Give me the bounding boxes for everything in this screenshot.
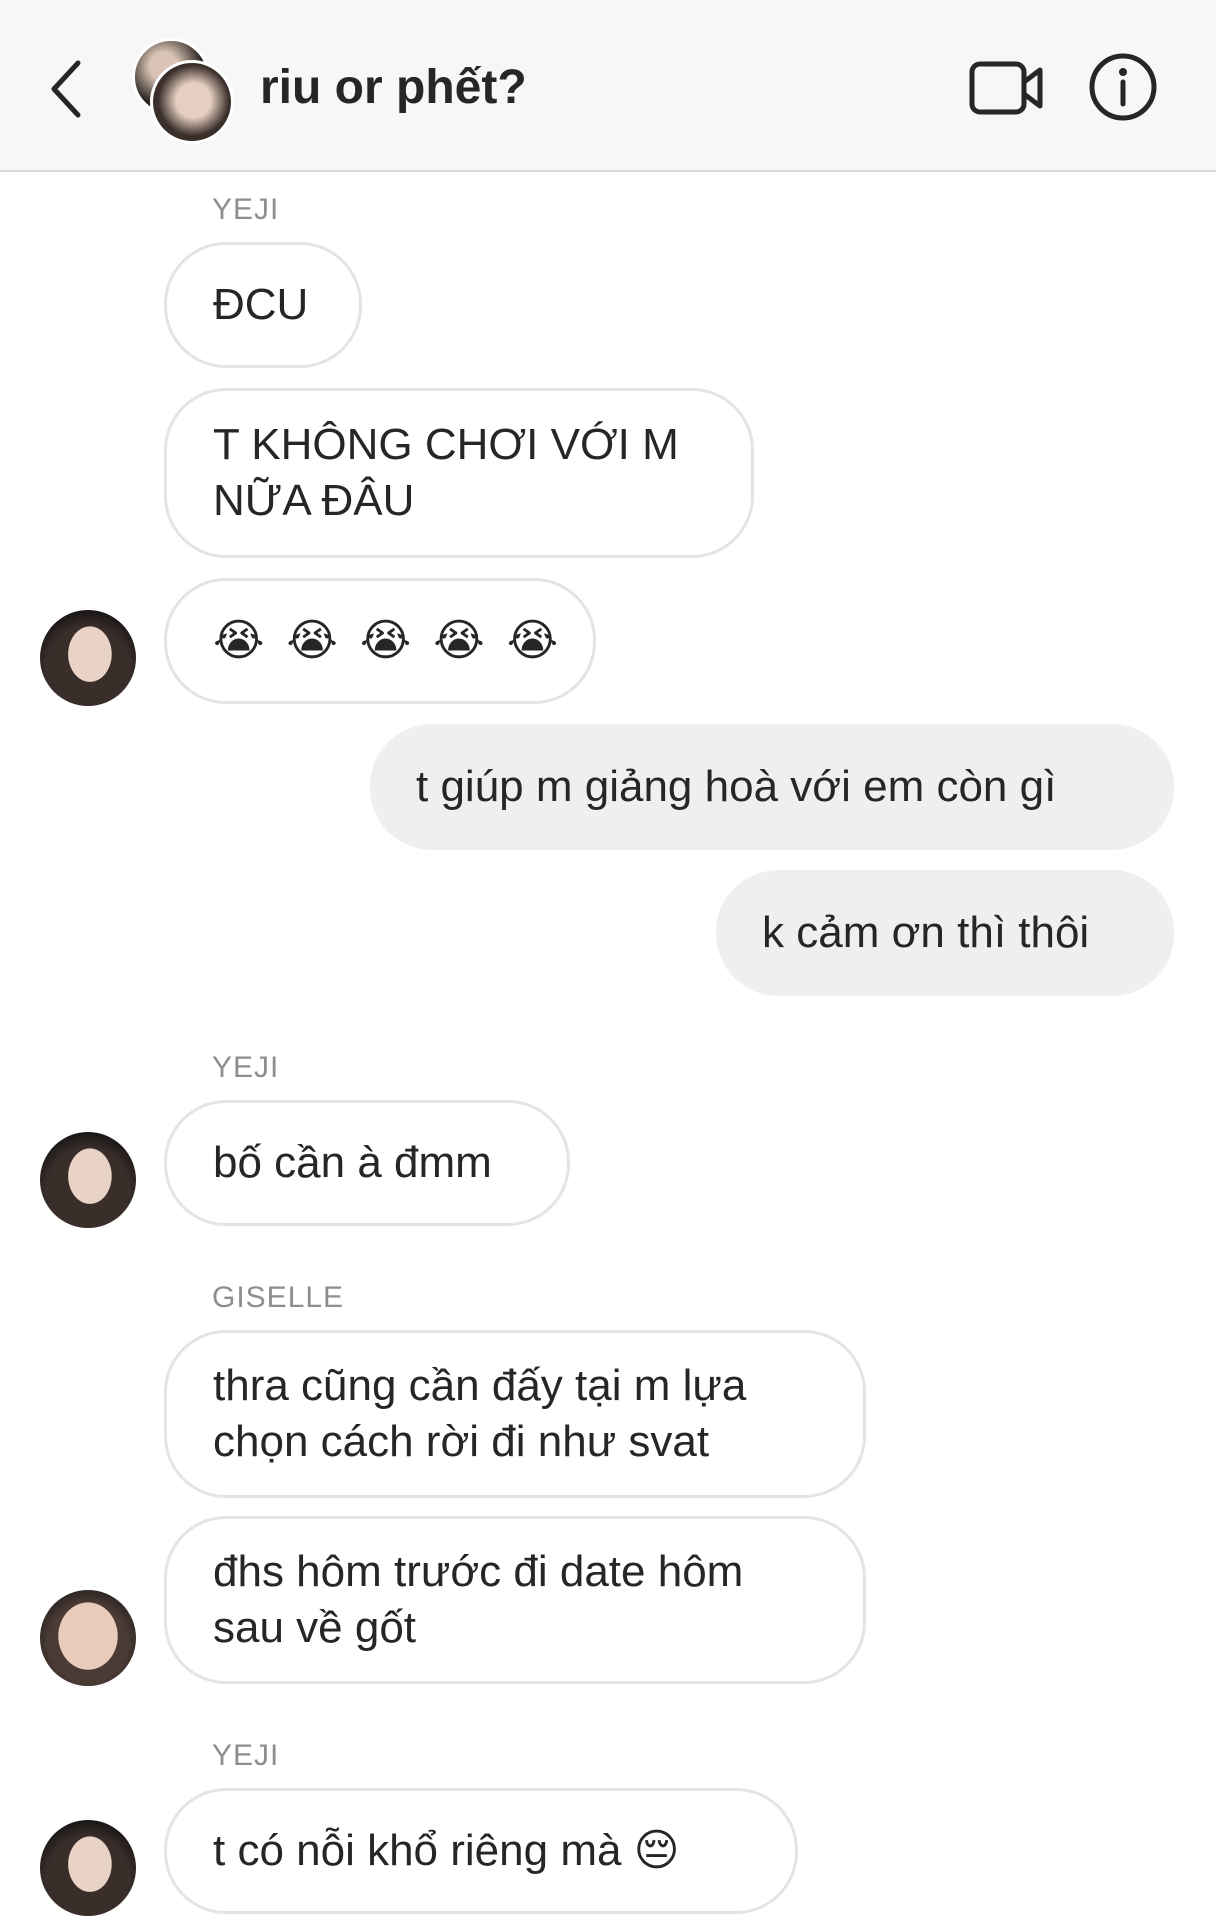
avatar[interactable] bbox=[40, 610, 136, 706]
avatar[interactable] bbox=[40, 1132, 136, 1228]
video-camera-icon bbox=[969, 61, 1043, 115]
info-icon bbox=[1089, 53, 1157, 121]
message-text: T KHÔNG CHƠI VỚI M NỮA ĐÂU bbox=[213, 420, 679, 525]
message-text: đhs hôm trước đi date hôm sau về gốt bbox=[213, 1547, 744, 1652]
avatar[interactable] bbox=[40, 1820, 136, 1916]
emoji-row: 😭 😭 😭 😭 😭 bbox=[213, 613, 558, 669]
message-text: k cảm ơn thì thôi bbox=[762, 908, 1090, 957]
chat-header: riu or phết? bbox=[0, 0, 1216, 172]
message-bubble-outgoing[interactable]: t giúp m giảng hoà với em còn gì bbox=[370, 724, 1174, 850]
message-bubble[interactable]: t có nỗi khổ riêng mà 😔 bbox=[164, 1788, 798, 1914]
back-button[interactable] bbox=[44, 55, 92, 123]
sender-label: YEJI bbox=[212, 193, 280, 226]
message-text: t có nỗi khổ riêng mà 😔 bbox=[213, 1826, 680, 1875]
chat-title[interactable]: riu or phết? bbox=[260, 58, 527, 118]
message-bubble[interactable]: bố cần à đmm bbox=[164, 1100, 570, 1226]
message-text: t giúp m giảng hoà với em còn gì bbox=[416, 762, 1057, 811]
sender-label: YEJI bbox=[212, 1739, 280, 1772]
message-bubble-outgoing[interactable]: k cảm ơn thì thôi bbox=[716, 870, 1174, 996]
message-bubble[interactable]: T KHÔNG CHƠI VỚI M NỮA ĐÂU bbox=[164, 388, 754, 558]
message-bubble[interactable]: ĐCU bbox=[164, 242, 362, 368]
message-text: thra cũng cần đấy tại m lựa chọn cách rờ… bbox=[213, 1361, 747, 1466]
message-bubble[interactable]: 😭 😭 😭 😭 😭 bbox=[164, 578, 596, 704]
message-bubble[interactable]: thra cũng cần đấy tại m lựa chọn cách rờ… bbox=[164, 1330, 866, 1498]
message-text: ĐCU bbox=[213, 280, 309, 329]
sender-label: GISELLE bbox=[212, 1281, 345, 1314]
crying-emoji: 😭 bbox=[359, 616, 412, 665]
avatar[interactable] bbox=[40, 1590, 136, 1686]
message-bubble[interactable]: đhs hôm trước đi date hôm sau về gốt bbox=[164, 1516, 866, 1684]
group-avatar-front bbox=[150, 60, 234, 144]
crying-emoji: 😭 bbox=[286, 616, 338, 665]
group-avatar[interactable] bbox=[132, 38, 234, 144]
sender-label: YEJI bbox=[212, 1051, 280, 1084]
crying-emoji: 😭 bbox=[213, 616, 265, 665]
info-button[interactable] bbox=[1088, 52, 1158, 122]
chevron-left-icon bbox=[51, 60, 81, 118]
crying-emoji: 😭 bbox=[506, 616, 559, 665]
crying-emoji: 😭 bbox=[433, 616, 485, 665]
message-text: bố cần à đmm bbox=[213, 1138, 492, 1187]
video-call-button[interactable] bbox=[968, 58, 1044, 118]
